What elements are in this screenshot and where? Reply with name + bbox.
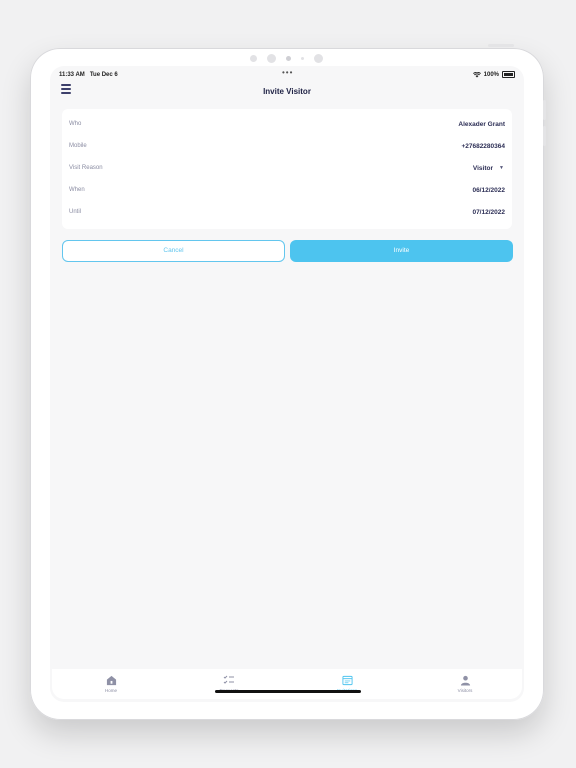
home-icon — [106, 675, 116, 686]
form-row-visit-reason[interactable]: Visit Reason Visitor ▼ — [62, 153, 512, 175]
volume-up-button — [543, 100, 546, 120]
form-row-when[interactable]: When 06/12/2022 — [62, 175, 512, 197]
mobile-label: Mobile — [69, 143, 87, 149]
sensor-icon — [314, 53, 323, 63]
cancel-button[interactable]: Cancel — [62, 240, 285, 262]
checklist-icon — [223, 675, 234, 684]
visit-reason-value: Visitor — [472, 165, 493, 172]
home-indicator[interactable] — [215, 690, 361, 693]
when-value: 06/12/2022 — [472, 187, 505, 194]
sensor-icon — [250, 54, 257, 62]
tab-home-label: Home — [104, 688, 117, 693]
chevron-down-icon[interactable]: ▼ — [499, 165, 504, 171]
when-label: When — [69, 187, 85, 193]
app-screen: 11:33 AM Tue Dec 6 ••• 100% Invite Visit… — [50, 66, 524, 702]
sensor-icon — [301, 56, 304, 60]
page-title: Invite Visitor — [263, 87, 311, 96]
invite-form-card: Who Alexader Grant Mobile +27682280364 V… — [62, 109, 512, 229]
form-row-until[interactable]: Until 07/12/2022 — [62, 197, 512, 219]
tab-home[interactable]: Home — [81, 674, 141, 693]
camera-array — [250, 53, 323, 63]
mobile-value: +27682280364 — [461, 143, 505, 150]
wifi-icon — [472, 71, 481, 77]
volume-down-button — [543, 126, 546, 146]
status-right: 100% — [472, 71, 515, 78]
who-label: Who — [69, 121, 82, 127]
tab-visitors[interactable]: Visitors — [435, 674, 495, 693]
camera-icon — [286, 55, 291, 61]
person-icon — [460, 675, 470, 686]
side-button-top — [488, 44, 514, 47]
status-time: 11:33 AM Tue Dec 6 — [59, 72, 118, 78]
navigation-bar: Invite Visitor — [50, 83, 524, 99]
invitation-icon — [341, 675, 353, 686]
who-value: Alexader Grant — [458, 121, 505, 128]
form-row-mobile[interactable]: Mobile +27682280364 — [62, 131, 512, 153]
battery-percent: 100% — [483, 71, 499, 78]
form-row-who[interactable]: Who Alexader Grant — [62, 109, 512, 131]
battery-icon — [502, 71, 515, 78]
tab-visitors-label: Visitors — [457, 688, 473, 693]
tab-bar: Home Requests Invitations Visitors — [52, 669, 522, 699]
status-bar: 11:33 AM Tue Dec 6 ••• 100% — [50, 66, 524, 84]
visit-reason-label: Visit Reason — [69, 165, 103, 171]
sensor-icon — [267, 53, 276, 63]
action-buttons: Cancel Invite — [62, 240, 513, 262]
invite-button[interactable]: Invite — [290, 240, 513, 262]
multitasking-dots[interactable]: ••• — [282, 68, 293, 77]
until-label: Until — [69, 209, 82, 215]
until-value: 07/12/2022 — [472, 209, 505, 216]
